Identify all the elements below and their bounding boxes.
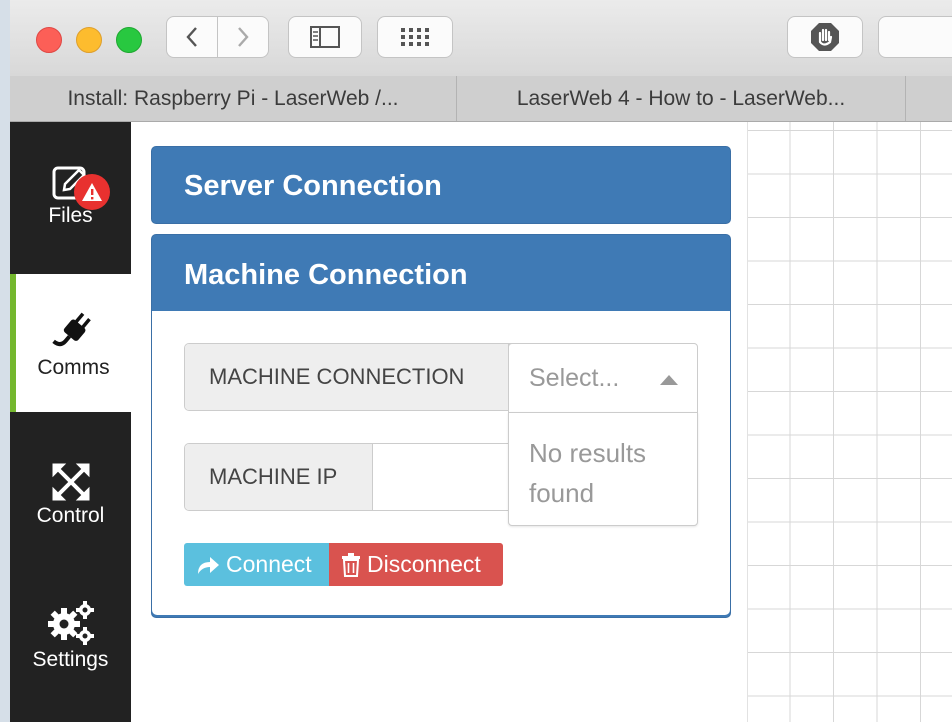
close-window-button[interactable] bbox=[36, 27, 62, 53]
workspace-grid-canvas[interactable] bbox=[747, 122, 952, 722]
machine-ip-label: MACHINE IP bbox=[185, 444, 373, 510]
back-button[interactable] bbox=[166, 16, 218, 58]
chevron-left-icon bbox=[186, 27, 197, 47]
machine-connection-label: MACHINE CONNECTION bbox=[185, 344, 509, 410]
plug-icon bbox=[51, 312, 91, 347]
connect-label: Connect bbox=[226, 551, 312, 577]
chevron-right-icon bbox=[238, 27, 249, 47]
adblock-button[interactable] bbox=[787, 16, 863, 58]
sidebar-item-label: Control bbox=[36, 504, 105, 527]
browser-tab-label: LaserWeb 4 - How to - LaserWeb... bbox=[516, 86, 846, 110]
sidebar-item-control[interactable]: Control bbox=[10, 462, 131, 582]
sidebar-item-label: Comms bbox=[37, 356, 110, 379]
address-bar[interactable] bbox=[878, 16, 952, 58]
sidebar-item-label: Settings bbox=[32, 648, 109, 671]
server-connection-panel[interactable]: Server Connection bbox=[151, 146, 731, 224]
panel-body: MACHINE CONNECTION MACHINE IP Select... … bbox=[152, 311, 730, 615]
minimize-window-button[interactable] bbox=[76, 27, 102, 53]
gears-icon bbox=[47, 601, 94, 645]
grid-icon bbox=[401, 28, 429, 46]
select-dropdown-menu: No results found bbox=[508, 412, 698, 526]
browser-tab-label: Install: Raspberry Pi - LaserWeb /... bbox=[67, 86, 399, 110]
no-results-message: No results found bbox=[529, 438, 647, 508]
panel-title: Server Connection bbox=[184, 170, 442, 202]
machine-ip-input[interactable] bbox=[373, 444, 523, 510]
arrows-expand-icon bbox=[52, 463, 89, 501]
browser-window: Install: Raspberry Pi - LaserWeb /... La… bbox=[10, 0, 952, 722]
disconnect-label: Disconnect bbox=[367, 551, 481, 577]
stop-hand-icon bbox=[811, 23, 839, 51]
caret-up-icon bbox=[660, 375, 678, 385]
top-sites-button[interactable] bbox=[377, 16, 453, 58]
sidebar-item-settings[interactable]: Settings bbox=[10, 600, 131, 720]
machine-connection-select[interactable]: Select... bbox=[508, 343, 698, 413]
sidebar-item-comms[interactable]: Comms bbox=[10, 274, 131, 412]
disconnect-button[interactable]: Disconnect bbox=[329, 543, 503, 586]
forward-button[interactable] bbox=[217, 16, 269, 58]
browser-tab[interactable]: Install: Raspberry Pi - LaserWeb /... bbox=[10, 76, 457, 121]
machine-ip-group: MACHINE IP bbox=[184, 443, 524, 511]
maximize-window-button[interactable] bbox=[116, 27, 142, 53]
browser-tab-bar: Install: Raspberry Pi - LaserWeb /... La… bbox=[10, 76, 952, 122]
sidebar-item-files[interactable]: Files bbox=[10, 150, 131, 270]
sidebar-icon bbox=[310, 26, 340, 48]
sidebar-toggle-button[interactable] bbox=[288, 16, 362, 58]
share-arrow-icon bbox=[198, 556, 219, 574]
connection-buttons: Connect Disconnect bbox=[184, 543, 504, 586]
panel-title: Machine Connection bbox=[184, 259, 468, 291]
browser-tab[interactable]: LaserWeb 4 - How to - LaserWeb... bbox=[457, 76, 906, 121]
app-sidebar: Files Comms Control Settings bbox=[10, 122, 131, 722]
browser-toolbar bbox=[10, 0, 952, 77]
warning-icon bbox=[74, 174, 110, 210]
select-placeholder: Select... bbox=[529, 364, 620, 392]
connect-button[interactable]: Connect bbox=[184, 543, 329, 586]
machine-connection-panel: Machine Connection MACHINE CONNECTION MA… bbox=[151, 234, 731, 618]
trash-icon bbox=[342, 552, 360, 577]
